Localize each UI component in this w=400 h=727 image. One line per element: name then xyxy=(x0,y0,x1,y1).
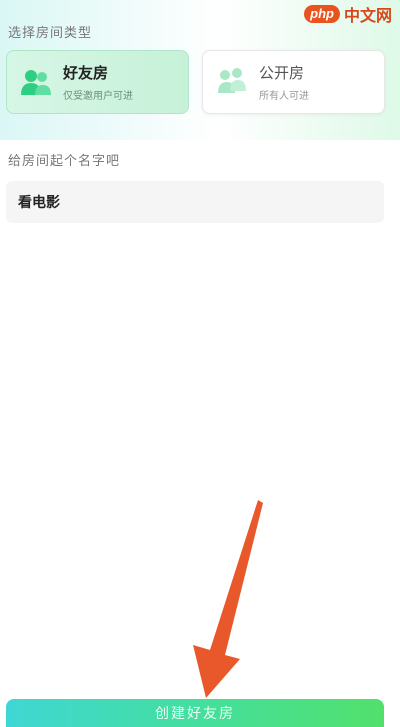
room-type-label: 公开房 xyxy=(259,64,305,82)
watermark-logo: php 中文网 xyxy=(304,2,392,26)
watermark-text: 中文网 xyxy=(343,8,392,25)
room-type-option-friend[interactable]: 好友房 仅受邀用户可进 xyxy=(6,50,189,114)
room-type-subtitle: 所有人可进 xyxy=(259,91,309,102)
create-room-button[interactable]: 创建好友房 xyxy=(6,699,384,727)
public-room-icon xyxy=(215,65,249,99)
room-type-title: 选择房间类型 xyxy=(8,26,93,41)
watermark-badge: php xyxy=(304,5,340,23)
room-type-subtitle: 仅受邀用户可进 xyxy=(63,91,133,102)
room-name-title: 给房间起个名字吧 xyxy=(8,154,121,169)
room-type-option-public[interactable]: 公开房 所有人可进 xyxy=(202,50,385,114)
room-name-input[interactable] xyxy=(6,181,384,223)
friends-icon xyxy=(19,65,53,99)
room-type-label: 好友房 xyxy=(63,64,109,82)
